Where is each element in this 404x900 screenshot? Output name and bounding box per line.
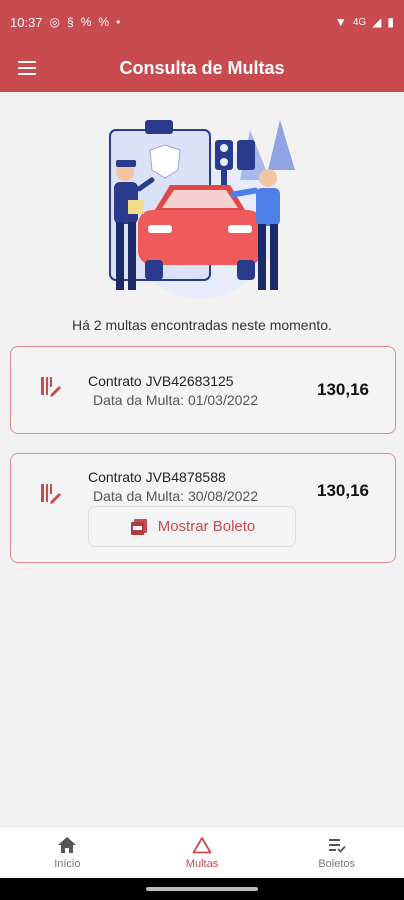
percent-icon: % [80, 15, 92, 29]
system-navigation-area [0, 878, 404, 900]
nav-item-inicio[interactable]: Início [0, 827, 135, 878]
fine-date: Data da Multa: 01/03/2022 [93, 392, 259, 408]
fine-amount: 130,16 [317, 380, 369, 399]
menu-button[interactable] [0, 44, 54, 92]
checklist-icon [328, 838, 346, 853]
nav-label-boletos: Boletos [318, 857, 356, 870]
fine-card[interactable]: Contrato JVB4878588 Data da Multa: 30/08… [10, 453, 396, 563]
contract-number: Contrato JVB4878588 [88, 469, 226, 485]
pdf-icon [130, 518, 147, 535]
warning-triangle-icon [192, 836, 212, 853]
fine-date: Data da Multa: 30/08/2022 [93, 488, 259, 504]
nav-item-boletos[interactable]: Boletos [269, 827, 404, 878]
network-label: 4G [352, 16, 367, 28]
fine-amount: 130,16 [317, 481, 369, 500]
status-left: 10:37 ◎ § % % • [10, 15, 120, 30]
home-icon [58, 836, 77, 853]
dot-icon: • [116, 15, 121, 29]
hamburger-menu-icon [18, 61, 36, 75]
bottom-navigation: Início Multas Boletos [0, 826, 404, 878]
app-bar: Consulta de Multas [0, 44, 404, 92]
nav-label-inicio: Início [54, 857, 81, 870]
fine-document-icon [41, 484, 61, 504]
status-time: 10:37 [10, 14, 43, 30]
whatsapp-icon: ◎ [49, 15, 61, 29]
show-boleto-label: Mostrar Boleto [157, 518, 256, 535]
contract-number: Contrato JVB42683125 [88, 373, 234, 389]
battery-icon: ▮ [387, 15, 394, 29]
show-boleto-button[interactable]: Mostrar Boleto [88, 506, 296, 547]
status-right: ▼ 4G ◢ ▮ [335, 16, 394, 28]
status-bar: 10:37 ◎ § % % • ▼ 4G ◢ ▮ [0, 0, 404, 44]
page-title: Consulta de Multas [119, 57, 285, 78]
signal-icon: ◢ [372, 15, 382, 29]
nav-label-multas: Multas [185, 857, 219, 870]
home-gesture-bar[interactable] [146, 887, 258, 891]
traffic-police-illustration [109, 120, 295, 298]
fines-summary-text: Há 2 multas encontradas neste momento. [72, 317, 332, 333]
wifi-icon: ▼ [334, 15, 347, 29]
nav-item-multas[interactable]: Multas [135, 827, 270, 878]
storage-icon: § [67, 15, 74, 29]
fine-document-icon [41, 377, 61, 397]
percent-icon: % [98, 15, 110, 29]
fine-card[interactable]: Contrato JVB42683125 Data da Multa: 01/0… [10, 346, 396, 434]
